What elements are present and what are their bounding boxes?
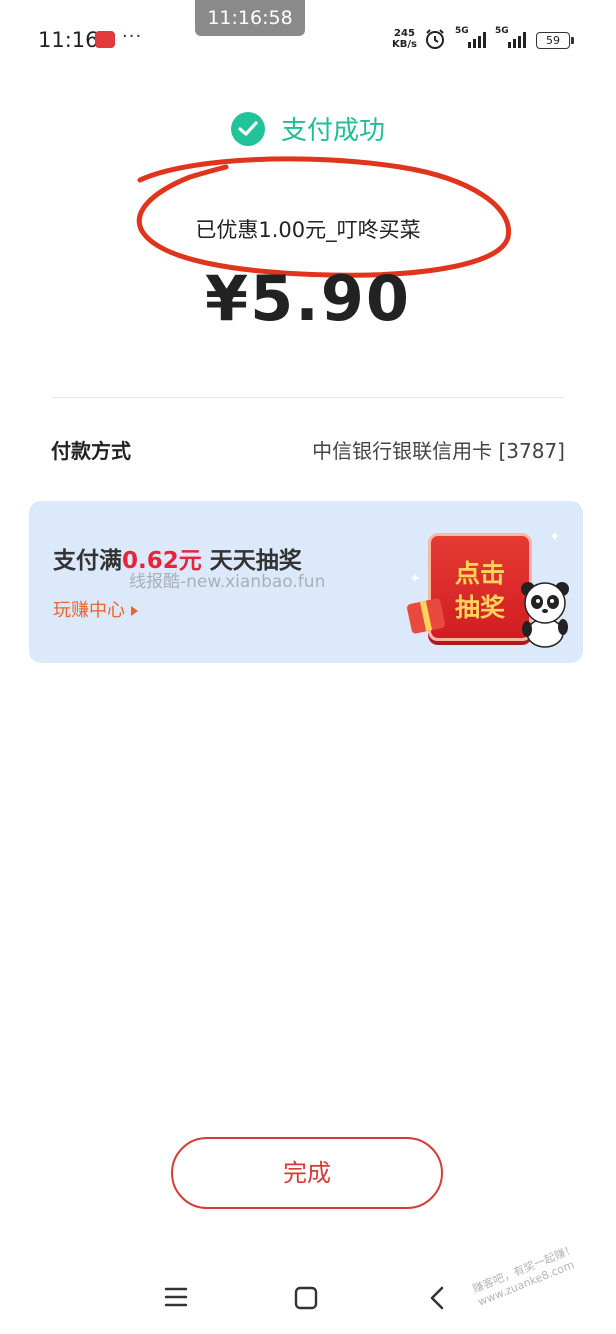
discount-info: 已优惠1.00元_叮咚买菜 <box>195 218 421 242</box>
status-bar: 11:16 ··· 11:16:58 245 KB/s 5G 5G 59 <box>0 0 616 80</box>
divider <box>51 397 565 398</box>
payment-success-header: 支付成功 <box>0 110 616 147</box>
payment-method-label: 付款方式 <box>51 439 131 463</box>
app-notification-icon <box>95 31 115 48</box>
payment-method-value: 中信银行银联信用卡 [3787] <box>312 439 565 463</box>
play-earn-center-link[interactable]: 玩赚中心 <box>53 596 138 622</box>
panda-mascot-icon <box>521 582 569 648</box>
back-icon[interactable] <box>428 1285 446 1311</box>
network-speed-unit: KB/s <box>392 39 417 50</box>
alarm-icon <box>426 29 444 49</box>
screenshot-time-pill: 11:16:58 <box>195 0 305 36</box>
status-time: 11:16 <box>38 28 99 52</box>
success-title: 支付成功 <box>280 116 385 146</box>
signal-icon <box>468 32 486 48</box>
signal-icon-2 <box>508 32 526 48</box>
menu-icon[interactable] <box>164 1286 188 1308</box>
lottery-promo-card[interactable]: 支付满0.62元 天天抽奖 线报酷-new.xianbao.fun 玩赚中心 ✦… <box>29 501 583 663</box>
network-speed: 245 KB/s <box>392 28 417 50</box>
promo-title-prefix: 支付满 <box>53 548 122 574</box>
home-icon[interactable] <box>294 1286 318 1310</box>
paid-amount: ¥5.90 <box>204 262 412 335</box>
check-circle-icon <box>230 111 265 146</box>
battery-icon: 59 <box>536 32 574 49</box>
sparkle-icon: ✦ <box>549 529 561 545</box>
more-notifications-icon: ··· <box>122 26 143 47</box>
done-button[interactable]: 完成 <box>171 1137 443 1209</box>
network-speed-value: 245 <box>394 28 415 39</box>
sparkle-icon-2: ✦ <box>409 571 421 587</box>
corner-watermark: 赚客吧，有奖一起赚！ www.zuanke8.com <box>471 1242 583 1309</box>
triangle-right-icon <box>131 606 138 616</box>
promo-link-label: 玩赚中心 <box>53 600 125 621</box>
watermark-text: 线报酷-new.xianbao.fun <box>129 572 326 592</box>
